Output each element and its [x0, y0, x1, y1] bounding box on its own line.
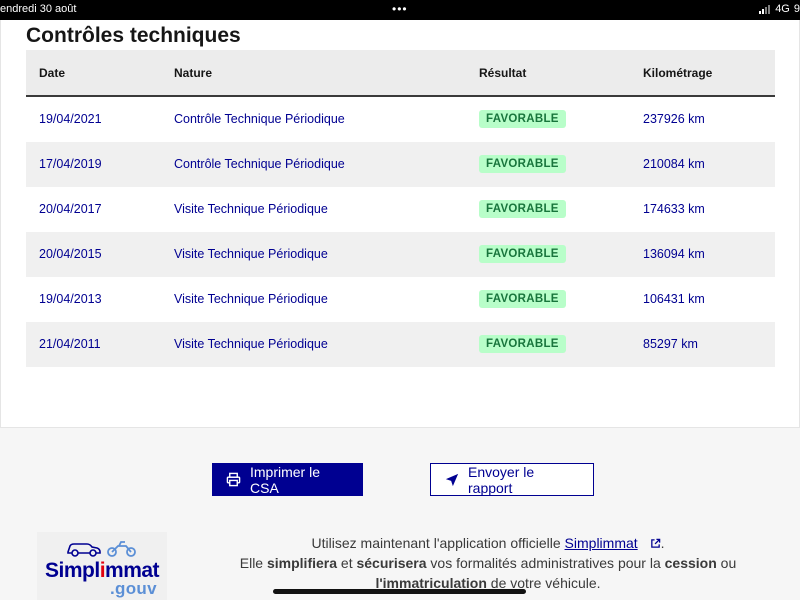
cell-date: 19/04/2013 [39, 292, 102, 306]
promo-line-1: Utilisez maintenant l'application offici… [311, 535, 665, 551]
table-row: 17/04/2019 Contrôle Technique Périodique… [26, 142, 775, 187]
section-title: Contrôles techniques [26, 24, 241, 47]
logo-suffix: .gouv [110, 579, 157, 598]
table-row: 19/04/2013 Visite Technique Périodique F… [26, 277, 775, 322]
header-nature: Nature [174, 66, 213, 80]
cell-mileage: 106431 km [643, 292, 705, 306]
result-badge: FAVORABLE [479, 245, 566, 263]
table-body: 19/04/2021 Contrôle Technique Périodique… [26, 97, 775, 367]
status-time: endredi 30 août [0, 3, 77, 15]
cell-nature: Visite Technique Périodique [174, 292, 328, 306]
header-mileage: Kilométrage [643, 66, 713, 80]
send-icon [445, 473, 459, 486]
cell-mileage: 174633 km [643, 202, 705, 216]
controls-panel: Contrôles techniques Date Nature Résulta… [0, 20, 800, 428]
result-badge: FAVORABLE [479, 200, 566, 218]
network-type: 4G [775, 3, 790, 15]
result-badge: FAVORABLE [479, 335, 566, 353]
cell-nature: Visite Technique Périodique [174, 202, 328, 216]
cell-mileage: 85297 km [643, 337, 698, 351]
cell-mileage: 136094 km [643, 247, 705, 261]
cell-nature: Visite Technique Périodique [174, 247, 328, 261]
promo-line-2: Elle simplifiera et sécurisera vos forma… [239, 555, 737, 571]
table-row: 20/04/2015 Visite Technique Périodique F… [26, 232, 775, 277]
cell-nature: Contrôle Technique Périodique [174, 112, 345, 126]
header-result: Résultat [479, 66, 527, 80]
cell-nature: Visite Technique Périodique [174, 337, 328, 351]
cell-mileage: 237926 km [643, 112, 705, 126]
controls-table: Date Nature Résultat Kilométrage 19/04/2… [26, 50, 775, 367]
cell-date: 19/04/2021 [39, 112, 102, 126]
table-header: Date Nature Résultat Kilométrage [26, 50, 775, 97]
signal-icon [759, 4, 771, 14]
table-row: 21/04/2011 Visite Technique Périodique F… [26, 322, 775, 367]
simplimmat-logo: Simplimmat .gouv [37, 532, 167, 600]
status-extra: 9 [793, 3, 800, 15]
vehicles-icon [67, 541, 136, 557]
header-date: Date [39, 66, 66, 80]
promo-text: Utilisez maintenant l'application offici… [225, 533, 751, 593]
cell-mileage: 210084 km [643, 157, 705, 171]
status-right: 4G 9 [759, 3, 800, 15]
send-report-label: Envoyer le rapport [468, 463, 535, 496]
home-indicator[interactable] [273, 589, 526, 594]
table-row: 19/04/2021 Contrôle Technique Périodique… [26, 97, 775, 142]
table-row: 20/04/2017 Visite Technique Périodique F… [26, 187, 775, 232]
send-report-button[interactable]: Envoyer le rapport [430, 463, 594, 496]
cell-date: 21/04/2011 [39, 337, 101, 351]
cell-date: 20/04/2017 [39, 202, 102, 216]
result-badge: FAVORABLE [479, 110, 566, 128]
multitask-dots-icon[interactable]: ••• [392, 2, 408, 16]
external-link-icon[interactable] [650, 538, 661, 549]
status-bar: endredi 30 août ••• 4G 9 [0, 0, 800, 20]
printer-icon [226, 472, 241, 487]
print-csa-label: Imprimer le CSA [250, 463, 321, 496]
result-badge: FAVORABLE [479, 155, 566, 173]
cell-date: 20/04/2015 [39, 247, 102, 261]
cell-date: 17/04/2019 [39, 157, 102, 171]
cell-nature: Contrôle Technique Périodique [174, 157, 345, 171]
result-badge: FAVORABLE [479, 290, 566, 308]
print-csa-button[interactable]: Imprimer le CSA [212, 463, 363, 496]
simplimmat-link[interactable]: Simplimmat [565, 535, 638, 551]
